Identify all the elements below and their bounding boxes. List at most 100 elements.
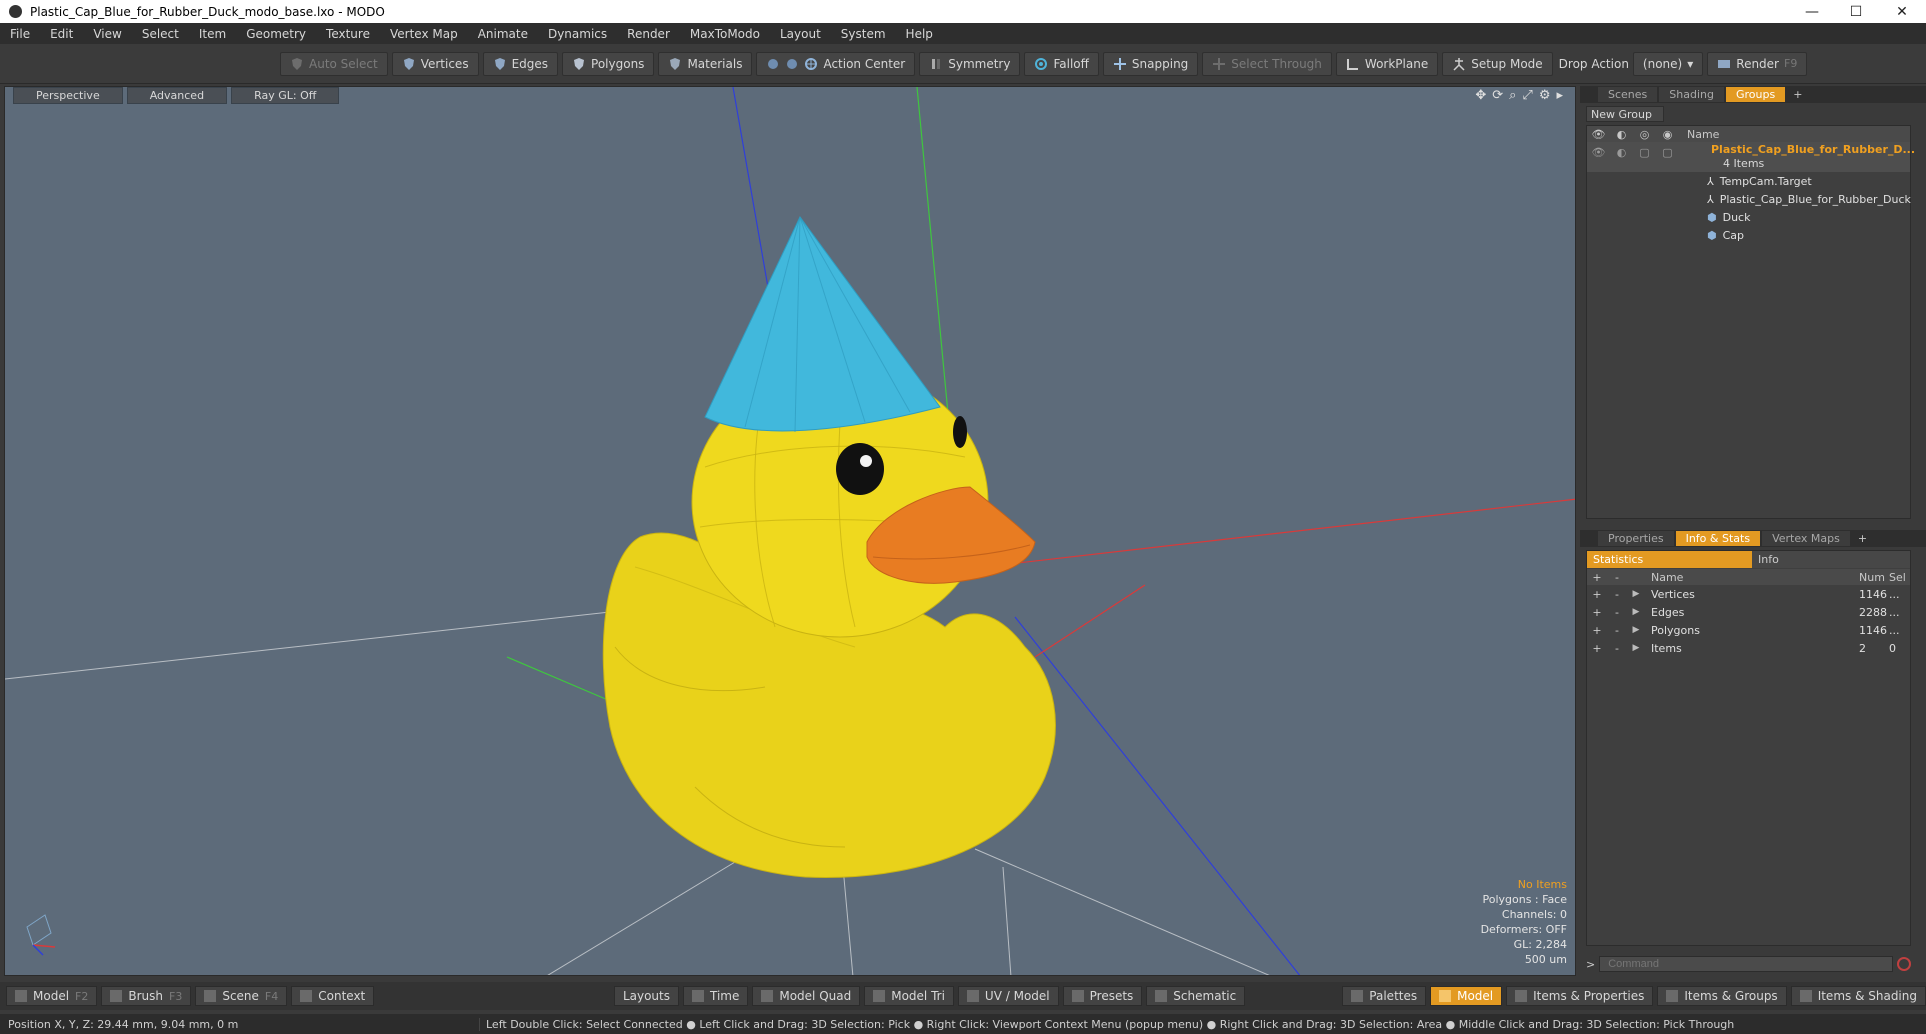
brush-mode-button[interactable]: Brush F3 [101,986,192,1006]
tab-info[interactable]: Info [1752,551,1910,568]
drop-action-dropdown[interactable]: (none) ▾ [1632,51,1704,76]
add-icon[interactable]: + [1587,606,1607,619]
polygons-button[interactable]: Polygons [562,51,655,76]
add-tab-icon[interactable]: + [1852,531,1873,546]
menu-geometry[interactable]: Geometry [236,27,316,41]
model-mode-button[interactable]: Model F2 [6,986,98,1006]
render-toggle-icon[interactable]: ◐ [1610,146,1633,159]
select-through-button[interactable]: Select Through [1202,51,1332,76]
render-button[interactable]: Render F9 [1707,51,1808,76]
remove-icon[interactable]: - [1607,606,1627,619]
move-view-icon[interactable]: ✥ [1475,88,1486,103]
list-item[interactable]: ⅄ Plastic_Cap_Blue_for_Rubber_Duck [1587,190,1911,208]
menu-system[interactable]: System [831,27,896,41]
add-icon[interactable]: + [1587,642,1607,655]
falloff-button[interactable]: Falloff [1024,51,1099,76]
edges-button[interactable]: Edges [482,51,559,76]
expand-arrow-icon[interactable]: ▶ [1627,589,1645,599]
add-icon[interactable]: + [1587,624,1607,637]
table-row[interactable]: + - ▶ Vertices 1146 ... [1587,585,1910,603]
menu-render[interactable]: Render [617,27,680,41]
minimize-button[interactable]: — [1790,0,1834,23]
menu-item[interactable]: Item [189,27,236,41]
menu-file[interactable]: File [0,27,40,41]
advanced-tab[interactable]: Advanced [126,87,228,104]
remove-icon[interactable]: - [1607,624,1627,637]
tab-scenes[interactable]: Scenes [1598,87,1658,102]
action-center-button[interactable]: Action Center [756,51,916,76]
expand-arrow-icon[interactable]: ▶ [1627,643,1645,653]
remove-icon[interactable]: - [1607,571,1627,584]
render-toggle-icon[interactable]: ◐ [1610,128,1633,141]
command-input[interactable] [1599,956,1893,972]
tab-info-stats[interactable]: Info & Stats [1675,531,1761,546]
table-row[interactable]: + - ▶ Edges 2288 ... [1587,603,1910,621]
menu-vertex-map[interactable]: Vertex Map [380,27,468,41]
select-toggle-icon[interactable]: ◉ [1656,128,1679,141]
time-button[interactable]: Time [682,986,749,1006]
presets-button[interactable]: Presets [1062,986,1143,1006]
model-tri-button[interactable]: Model Tri [864,986,954,1006]
menu-edit[interactable]: Edit [40,27,83,41]
close-button[interactable]: ✕ [1880,0,1924,23]
new-group-button[interactable]: New Group [1586,106,1664,122]
menu-help[interactable]: Help [896,27,943,41]
add-icon[interactable]: + [1587,571,1607,584]
expand-arrow-icon[interactable]: ▶ [1627,607,1645,617]
remove-icon[interactable]: - [1607,588,1627,601]
workplane-button[interactable]: WorkPlane [1335,51,1439,76]
record-macro-icon[interactable] [1897,957,1911,971]
list-item[interactable]: ⬢ Cap [1587,226,1910,244]
add-tab-icon[interactable]: + [1787,87,1808,102]
menu-view[interactable]: View [83,27,131,41]
menu-texture[interactable]: Texture [316,27,380,41]
lock-icon[interactable]: ▢ [1633,146,1656,159]
snapping-button[interactable]: Snapping [1102,51,1199,76]
play-arrow-icon[interactable]: ▸ [1556,88,1563,103]
items-shading-button[interactable]: Items & Shading [1790,986,1926,1006]
setup-mode-button[interactable]: Setup Mode [1442,51,1553,76]
uv-model-button[interactable]: UV / Model [957,986,1059,1006]
group-row[interactable]: 👁 ◐ ▢ ▢ Plastic_Cap_Blue_for_Rubber_D...… [1587,142,1915,172]
menu-layout[interactable]: Layout [770,27,831,41]
items-properties-button[interactable]: Items & Properties [1506,986,1654,1006]
tab-statistics[interactable]: Statistics [1587,551,1752,568]
ray-gl-tab[interactable]: Ray GL: Off [231,87,340,104]
visibility-eye-icon[interactable]: 👁 [1587,128,1610,141]
vertices-button[interactable]: Vertices [391,51,479,76]
model-quad-button[interactable]: Model Quad [752,986,861,1006]
zoom-view-icon[interactable]: ⌕ [1509,88,1516,103]
add-icon[interactable]: + [1587,588,1607,601]
context-mode-button[interactable]: Context [291,986,375,1006]
table-row[interactable]: + - ▶ Polygons 1146 ... [1587,621,1910,639]
menu-maxtomodo[interactable]: MaxToModo [680,27,770,41]
table-row[interactable]: + - ▶ Items 2 0 [1587,639,1910,657]
menu-select[interactable]: Select [132,27,189,41]
select-toggle-icon[interactable]: ▢ [1656,146,1679,159]
lock-icon[interactable]: ◎ [1633,128,1656,141]
3d-viewport[interactable]: Perspective Advanced Ray GL: Off ✥ ⟳ ⌕ ⤢… [4,86,1576,976]
symmetry-button[interactable]: Symmetry [919,51,1021,76]
menu-animate[interactable]: Animate [468,27,538,41]
items-groups-button[interactable]: Items & Groups [1657,986,1787,1006]
menu-dynamics[interactable]: Dynamics [538,27,617,41]
list-item[interactable]: ⬢ Duck [1587,208,1910,226]
fit-view-icon[interactable]: ⤢ [1522,88,1532,103]
gear-icon[interactable]: ⚙ [1539,88,1551,103]
palettes-button[interactable]: Palettes [1342,986,1427,1006]
remove-icon[interactable]: - [1607,642,1627,655]
perspective-tab[interactable]: Perspective [13,87,123,104]
tab-vertex-maps[interactable]: Vertex Maps [1762,531,1850,546]
tab-properties[interactable]: Properties [1598,531,1674,546]
visibility-eye-icon[interactable]: 👁 [1587,146,1610,159]
rotate-view-icon[interactable]: ⟳ [1492,88,1503,103]
tab-shading[interactable]: Shading [1659,87,1724,102]
materials-button[interactable]: Materials [658,51,753,76]
schematic-button[interactable]: Schematic [1146,986,1246,1006]
list-item[interactable]: ⅄ TempCam.Target [1587,172,1910,190]
maximize-button[interactable]: ☐ [1834,0,1878,23]
model-layout-button[interactable]: Model [1430,986,1503,1006]
expand-arrow-icon[interactable]: ▶ [1627,625,1645,635]
layouts-button[interactable]: Layouts [613,986,679,1006]
tab-groups[interactable]: Groups [1725,87,1786,102]
